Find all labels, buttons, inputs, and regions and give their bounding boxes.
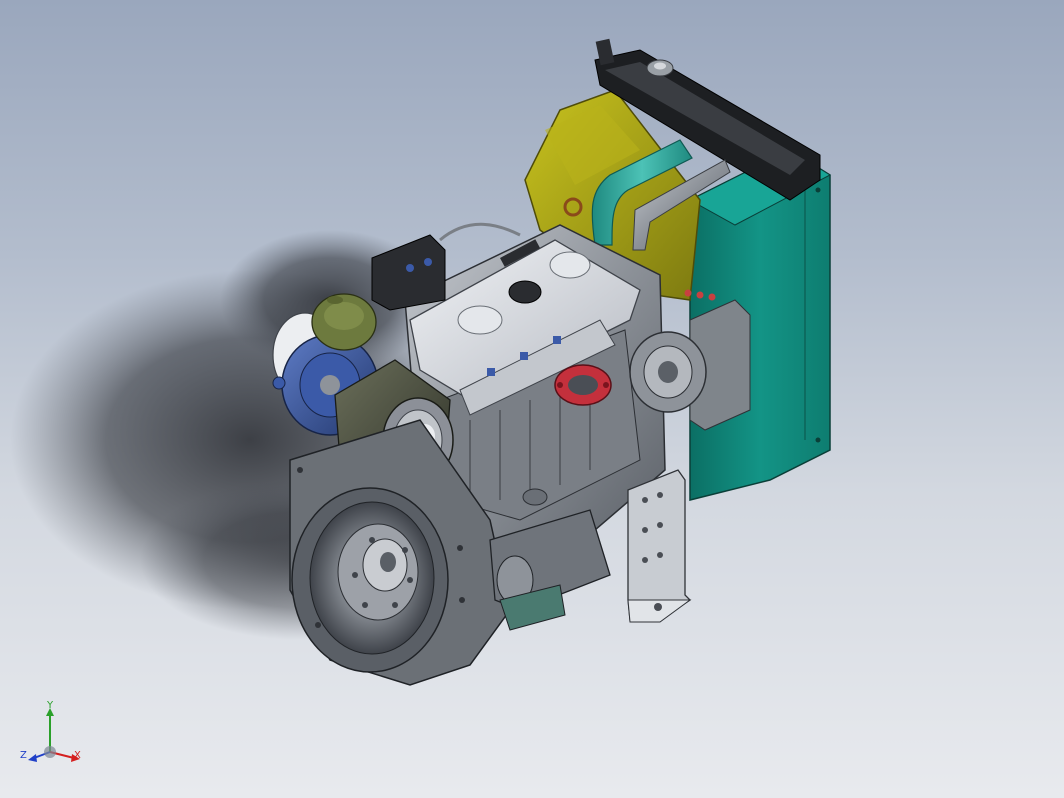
turbocharger[interactable] xyxy=(629,331,707,413)
engine-assembly-model[interactable] xyxy=(0,0,1064,798)
triad-origin xyxy=(44,746,56,758)
exhaust-flange[interactable] xyxy=(554,364,612,406)
z-axis-label: Z xyxy=(20,750,27,761)
z-axis-arrow xyxy=(28,754,37,762)
radiator-cap[interactable] xyxy=(646,59,674,77)
oil-filler-cap[interactable] xyxy=(508,280,542,304)
x-axis-label: X xyxy=(74,750,81,761)
graphics-viewport[interactable]: Y X Z xyxy=(0,0,1064,798)
orientation-triad[interactable]: Y X Z xyxy=(18,700,88,770)
y-axis-label: Y xyxy=(46,700,54,711)
air-filter[interactable] xyxy=(311,293,377,351)
engine-mount-bracket[interactable] xyxy=(627,469,692,623)
